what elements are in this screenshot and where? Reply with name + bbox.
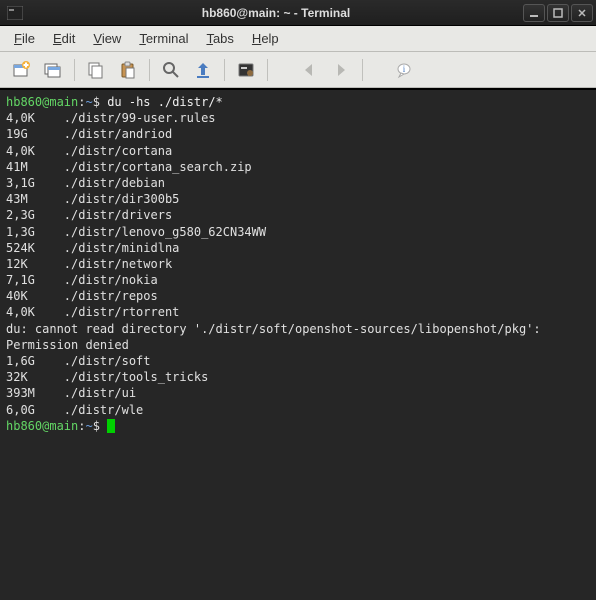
prompt-dollar: $ bbox=[93, 95, 100, 109]
toolbar-separator bbox=[362, 59, 363, 81]
menu-help[interactable]: Help bbox=[244, 28, 287, 49]
menu-edit[interactable]: Edit bbox=[45, 28, 83, 49]
minimize-button[interactable] bbox=[523, 4, 545, 22]
menu-view[interactable]: View bbox=[85, 28, 129, 49]
toolbar-separator bbox=[74, 59, 75, 81]
output-rows: 1,6G ./distr/soft 32K ./distr/tools_tric… bbox=[6, 354, 208, 417]
prompt-userhost: hb860@main bbox=[6, 419, 78, 433]
command-text: du -hs ./distr/* bbox=[107, 95, 223, 109]
toolbar-separator bbox=[267, 59, 268, 81]
copy-button[interactable] bbox=[81, 56, 111, 84]
menu-terminal[interactable]: Terminal bbox=[131, 28, 196, 49]
error-line: du: cannot read directory './distr/soft/… bbox=[6, 322, 548, 352]
about-button[interactable]: i bbox=[389, 56, 419, 84]
new-window-button[interactable] bbox=[38, 56, 68, 84]
paste-button[interactable] bbox=[113, 56, 143, 84]
toolbar-separator bbox=[149, 59, 150, 81]
window-controls bbox=[522, 4, 594, 22]
menu-tabs[interactable]: Tabs bbox=[198, 28, 241, 49]
menu-file[interactable]: File bbox=[6, 28, 43, 49]
next-tab-button[interactable] bbox=[326, 56, 356, 84]
toolbar-separator bbox=[224, 59, 225, 81]
terminal-output[interactable]: hb860@main:~$ du -hs ./distr/* 4,0K ./di… bbox=[0, 88, 596, 600]
prompt-path: ~ bbox=[85, 419, 92, 433]
prev-tab-button[interactable] bbox=[294, 56, 324, 84]
cursor bbox=[107, 419, 115, 433]
prompt-dollar: $ bbox=[93, 419, 100, 433]
window-title: hb860@main: ~ - Terminal bbox=[30, 6, 522, 20]
preferences-button[interactable] bbox=[231, 56, 261, 84]
new-tab-button[interactable] bbox=[6, 56, 36, 84]
prompt-userhost: hb860@main bbox=[6, 95, 78, 109]
app-icon bbox=[0, 6, 30, 20]
output-rows: 4,0K ./distr/99-user.rules 19G ./distr/a… bbox=[6, 111, 266, 319]
close-button[interactable] bbox=[571, 4, 593, 22]
toolbar: i bbox=[0, 52, 596, 88]
menubar: File Edit View Terminal Tabs Help bbox=[0, 26, 596, 52]
titlebar[interactable]: hb860@main: ~ - Terminal bbox=[0, 0, 596, 26]
terminal-window: hb860@main: ~ - Terminal File Edit View … bbox=[0, 0, 596, 600]
prompt-path: ~ bbox=[85, 95, 92, 109]
search-button[interactable] bbox=[156, 56, 186, 84]
fullscreen-button[interactable] bbox=[188, 56, 218, 84]
maximize-button[interactable] bbox=[547, 4, 569, 22]
